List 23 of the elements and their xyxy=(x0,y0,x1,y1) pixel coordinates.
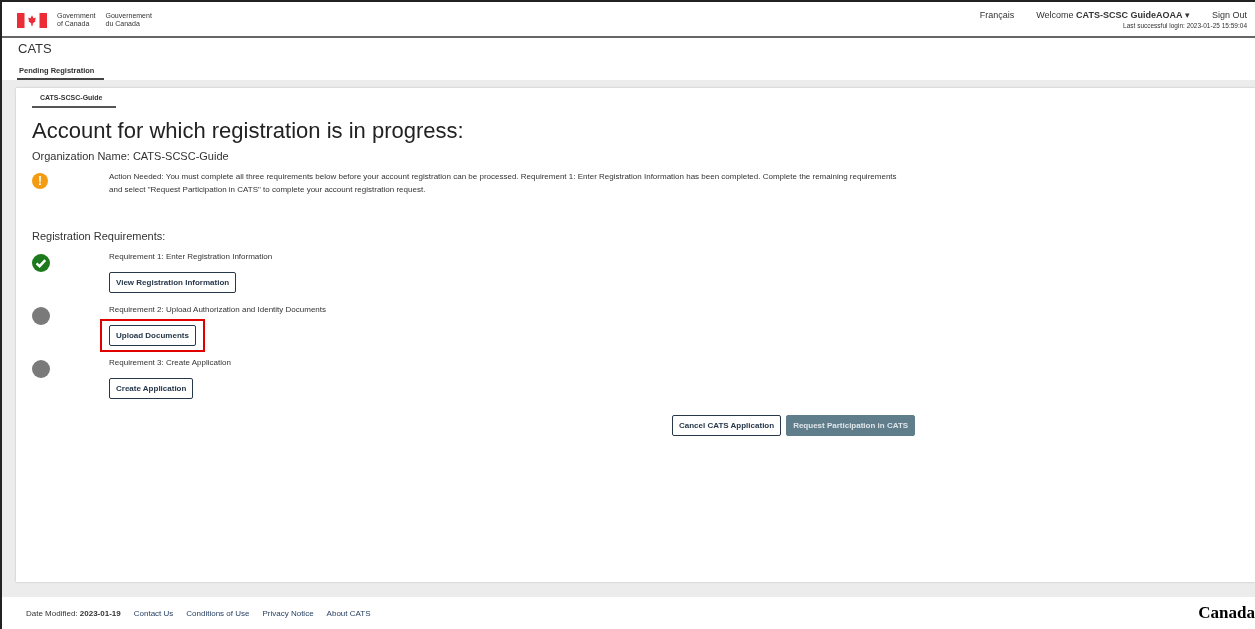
requirement-label: Requirement 1: Enter Registration Information xyxy=(109,252,273,261)
canada-wordmark: Canada xyxy=(1198,603,1255,623)
requirement-button[interactable]: View Registration Information xyxy=(109,272,237,293)
requirement-label: Requirement 2: Upload Authorization and Identity Documents xyxy=(109,305,326,314)
requirement-label: Requirement 3: Create Application xyxy=(109,358,231,367)
warning-icon: ! xyxy=(32,173,48,189)
canada-flag-icon xyxy=(17,12,47,28)
footer-link[interactable]: Contact Us xyxy=(133,608,174,618)
page-heading: Account for which registration is in progress: xyxy=(32,118,465,144)
footer-link[interactable]: Conditions of Use xyxy=(186,608,250,618)
user-menu[interactable]: Welcome CATS-SCSC GuideAOAA ▾ xyxy=(1036,10,1190,20)
app-title: CATS xyxy=(17,40,53,56)
language-link[interactable]: Français xyxy=(979,10,1015,20)
date-modified: Date Modified: 2023-01-19 xyxy=(26,608,121,618)
footer-link[interactable]: Privacy Notice xyxy=(262,608,314,618)
requirement-button[interactable]: Create Application xyxy=(109,378,194,399)
section-title: Registration Requirements: xyxy=(32,230,167,242)
alert-message: Action Needed: You must complete all three requirements below before your account registration can be processed. Requirement 1: Enter Registration Information has been completed. Complete the remaining requirements and select "Request Participation in CATS" to complete your account registration request. xyxy=(109,171,898,196)
action-button[interactable]: Cancel CATS Application xyxy=(672,415,782,436)
requirement-button[interactable]: Upload Documents xyxy=(109,325,196,346)
footer-link[interactable]: About CATS xyxy=(326,608,371,618)
sign-out-link[interactable]: Sign Out xyxy=(1211,10,1247,20)
organization-name: Organization Name: CATS-SCSC-Guide xyxy=(32,150,230,162)
